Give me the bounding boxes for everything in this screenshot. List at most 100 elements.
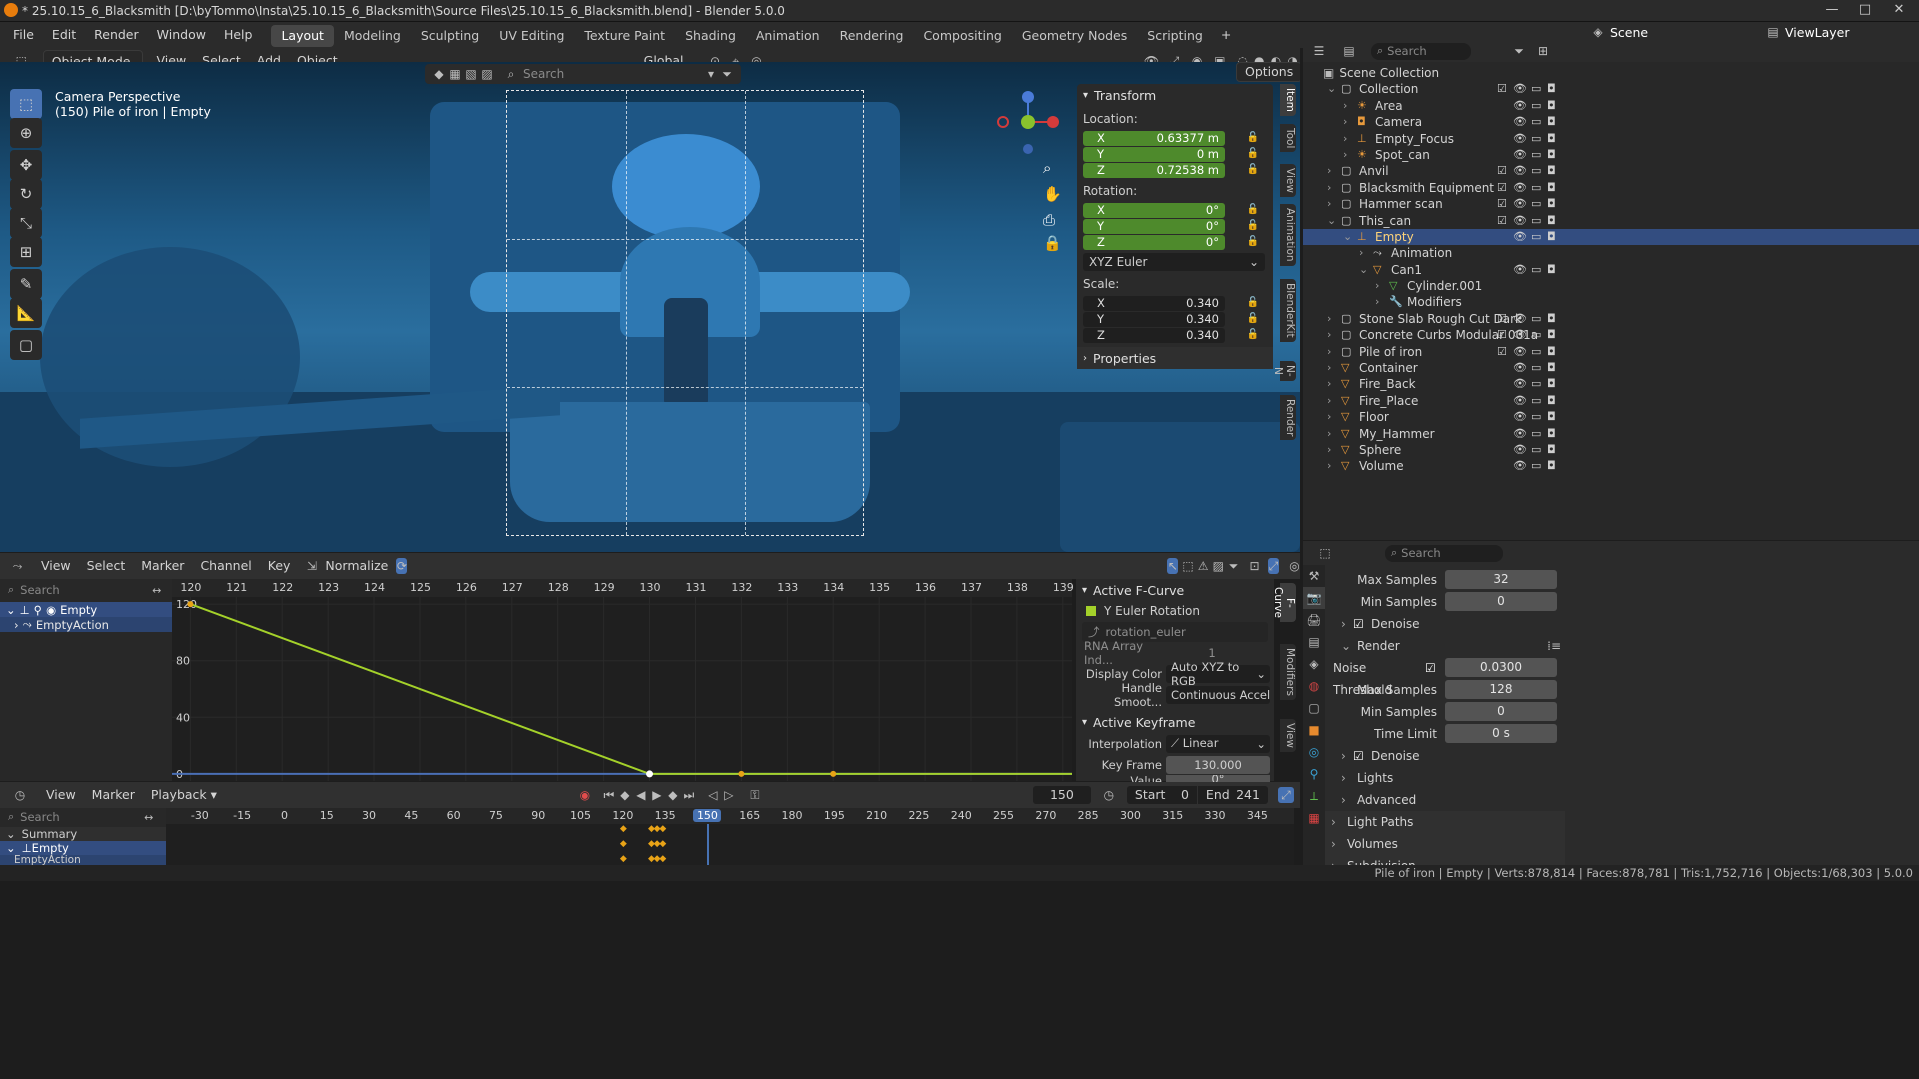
location-lock-icon[interactable]: 🔓 <box>1245 162 1261 178</box>
prop-row-noise-threshold[interactable]: Noise Threshold ☑ 0.0300 <box>1333 657 1565 697</box>
jump-start-icon[interactable]: ⏮ <box>601 787 617 803</box>
channel-search-input[interactable]: ⌕ Search ↔ <box>0 582 172 598</box>
viewport-display-icon[interactable]: ▭ <box>1531 442 1541 458</box>
graph-menu-key[interactable]: Key <box>260 555 299 577</box>
prop-row-denoise[interactable]: › ☑ Denoise <box>1333 613 1565 635</box>
outliner-editor-icon[interactable]: ☰ <box>1311 43 1327 59</box>
expand-chevron-icon[interactable]: › <box>1343 131 1347 147</box>
show-hidden-icon[interactable]: ⬚ <box>1182 558 1193 574</box>
exclude-checkbox-icon[interactable]: ☑ <box>1497 81 1507 97</box>
sidebar-tab-n-n[interactable]: N-N <box>1272 361 1296 381</box>
render-camera-icon[interactable]: ◘ <box>1547 311 1556 327</box>
render-camera-icon[interactable]: ◘ <box>1547 262 1556 278</box>
visibility-eye-icon[interactable]: 👁 <box>1513 409 1527 425</box>
x-axis-icon[interactable] <box>1047 116 1059 128</box>
prop-row-lights[interactable]: › Lights <box>1333 767 1565 789</box>
viewport-display-icon[interactable]: ▭ <box>1531 147 1541 163</box>
outliner-row-animation[interactable]: › ⤳ Animation <box>1303 245 1919 261</box>
prop-value-field[interactable]: 128 <box>1445 680 1557 699</box>
render-camera-icon[interactable]: ◘ <box>1547 131 1556 147</box>
viewport-search-input[interactable]: Search <box>523 67 703 81</box>
key-frame-field[interactable]: 130.000 <box>1166 755 1270 774</box>
outliner-row-my-hammer[interactable]: › ▽ My_Hammer 👁 ▭ ◘ <box>1303 426 1919 442</box>
record-icon[interactable]: ◉ <box>577 787 593 803</box>
prop-value-field[interactable]: 0 s <box>1445 724 1557 743</box>
object-tab-icon[interactable]: ■ <box>1303 719 1325 741</box>
graph-curve-svg[interactable]: 12080400 <box>172 597 1072 781</box>
swap-icon[interactable]: ↔ <box>152 584 161 597</box>
lock-icon[interactable]: 🔒 <box>1043 234 1062 252</box>
end-frame-field[interactable]: End 241 <box>1197 786 1268 804</box>
expand-chevron-icon[interactable]: ⌄ <box>1343 229 1352 245</box>
only-selected-icon[interactable]: ↖ <box>1167 558 1179 574</box>
visibility-eye-icon[interactable]: 👁 <box>1513 393 1527 409</box>
expand-chevron-icon[interactable]: › <box>1327 458 1331 474</box>
tab-animation[interactable]: Animation <box>746 25 830 47</box>
outliner-row-camera[interactable]: › ◘ Camera 👁 ▭ ◘ <box>1303 114 1919 130</box>
checkbox-checked-icon[interactable]: ☑ <box>1353 745 1364 767</box>
handle-smoothing-dropdown[interactable]: Continuous Accele...⌄ <box>1166 685 1270 704</box>
render-camera-icon[interactable]: ◘ <box>1547 327 1556 343</box>
viewport-display-icon[interactable]: ▭ <box>1531 262 1541 278</box>
location-z-field[interactable]: Z 0.72538 m <box>1083 162 1225 178</box>
z-axis-icon[interactable] <box>1022 91 1034 103</box>
location-x-field[interactable]: X 0.63377 m <box>1083 130 1225 146</box>
funnel-icon[interactable]: ⏷ <box>719 66 735 82</box>
view-layer-tab-icon[interactable]: ▤ <box>1303 631 1325 653</box>
outliner-row-empty-focus[interactable]: › ⊥ Empty_Focus 👁 ▭ ◘ <box>1303 131 1919 147</box>
scene-selector[interactable]: ◈ Scene <box>1590 24 1648 40</box>
graph-menu-marker[interactable]: Marker <box>133 555 192 577</box>
exclude-checkbox-icon[interactable]: ☑ <box>1497 196 1507 212</box>
menu-edit[interactable]: Edit <box>43 23 85 47</box>
render-camera-icon[interactable]: ◘ <box>1547 180 1556 196</box>
sidebar-tab-tool[interactable]: Tool <box>1280 124 1296 153</box>
visibility-eye-icon[interactable]: 👁 <box>1513 327 1527 343</box>
prop-row-light-paths[interactable]: › Light Paths <box>1325 811 1565 833</box>
y-axis-icon[interactable] <box>1021 115 1035 129</box>
tab-compositing[interactable]: Compositing <box>913 25 1011 47</box>
neg-z-axis-icon[interactable] <box>1023 144 1033 154</box>
exclude-checkbox-icon[interactable]: ☑ <box>1497 180 1507 196</box>
expand-chevron-icon[interactable]: ⌄ <box>1327 213 1336 229</box>
collection-tab-icon[interactable]: ▢ <box>1303 697 1325 719</box>
tab-texture-paint[interactable]: Texture Paint <box>574 25 675 47</box>
scale-lock-icon[interactable]: 🔓 <box>1245 327 1261 343</box>
tab-uv-editing[interactable]: UV Editing <box>489 25 574 47</box>
checkbox-checked-icon[interactable]: ☑ <box>1353 613 1364 635</box>
tab-scripting[interactable]: Scripting <box>1137 25 1213 47</box>
keyframe-point[interactable] <box>646 770 654 778</box>
snap-toggle-icon[interactable]: ⤢ <box>1267 558 1279 574</box>
expand-chevron-icon[interactable]: › <box>1343 114 1347 130</box>
render-camera-icon[interactable]: ◘ <box>1547 196 1556 212</box>
annotate-tool-icon[interactable]: ✎ <box>10 269 42 299</box>
menu-help[interactable]: Help <box>215 23 262 47</box>
transform-tool-icon[interactable]: ⊞ <box>10 237 42 267</box>
sidebar-tab-view[interactable]: View <box>1280 719 1296 752</box>
outliner-row-this-can[interactable]: ⌄ ▢ This_can ☑ 👁 ▭ ◘ <box>1303 213 1919 229</box>
viewport-display-icon[interactable]: ▭ <box>1531 229 1541 245</box>
exclude-checkbox-icon[interactable]: ☑ <box>1497 344 1507 360</box>
visibility-eye-icon[interactable]: 👁 <box>1513 98 1527 114</box>
prev-marker-icon[interactable]: ◁ <box>705 787 721 803</box>
viewport-display-icon[interactable]: ▭ <box>1531 163 1541 179</box>
outliner-row-area[interactable]: › ☀ Area 👁 ▭ ◘ <box>1303 98 1919 114</box>
properties-search-input[interactable]: ⌕ Search <box>1385 544 1503 562</box>
only-errors-icon[interactable]: ⚠ <box>1198 558 1209 574</box>
outliner-row-stone-slab-rough-cut-dark[interactable]: › ▢ Stone Slab Rough Cut Dark ☑ 👁 ▭ ◘ <box>1303 311 1919 327</box>
checkbox-checked-icon[interactable]: ☑ <box>1425 657 1436 679</box>
outliner-row-blacksmith-equipment[interactable]: › ▢ Blacksmith Equipment ☑ 👁 ▭ ◘ <box>1303 180 1919 196</box>
channel-emptyaction[interactable]: › ⤳ EmptyAction <box>0 617 172 632</box>
expand-chevron-icon[interactable]: › <box>1327 393 1331 409</box>
viewport-display-icon[interactable]: ▭ <box>1531 213 1541 229</box>
timeline-menu-marker[interactable]: Marker <box>84 784 143 806</box>
expand-chevron-icon[interactable]: › <box>1327 442 1331 458</box>
render-camera-icon[interactable]: ◘ <box>1547 81 1556 97</box>
timeline-keyframe-icon[interactable]: ◆ <box>659 854 666 864</box>
prev-keyframe-icon[interactable]: ◆ <box>617 787 633 803</box>
minimize-icon[interactable]: — <box>1817 2 1847 20</box>
scale-lock-icon[interactable]: 🔓 <box>1245 295 1261 311</box>
tool-tab-icon[interactable]: ⚒ <box>1303 565 1325 587</box>
scale-x-field[interactable]: X 0.340 <box>1083 295 1225 311</box>
sidebar-tab-view[interactable]: View <box>1280 164 1296 197</box>
filter3-icon[interactable]: ▨ <box>479 66 495 82</box>
